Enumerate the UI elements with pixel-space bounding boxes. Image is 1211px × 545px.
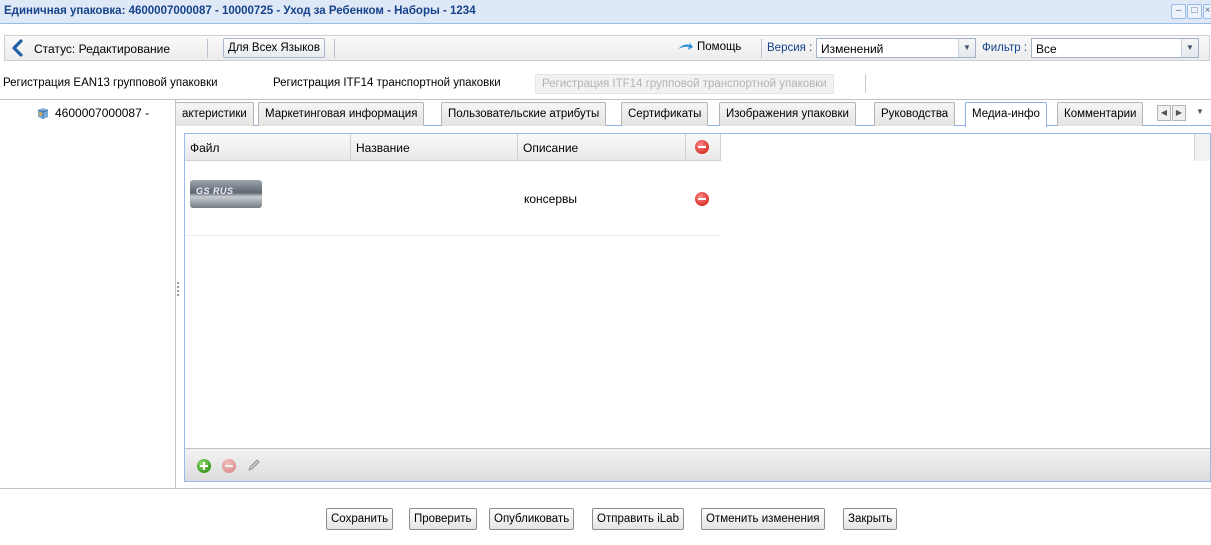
tree-node-package[interactable]: 4600007000087 - bbox=[36, 106, 149, 120]
description-cell: консервы bbox=[524, 192, 578, 206]
thumbnail-text: GS RUS bbox=[196, 186, 234, 196]
tree-node-label: 4600007000087 - bbox=[55, 106, 150, 120]
version-value: Изменений bbox=[821, 42, 884, 56]
chevron-down-icon[interactable]: ▼ bbox=[1181, 39, 1198, 57]
maximize-icon[interactable]: □ bbox=[1187, 4, 1202, 19]
send-ilab-button[interactable]: Отправить iLab bbox=[592, 508, 684, 530]
tab-strip: актеристики Маркетинговая информация Пол… bbox=[176, 100, 1211, 127]
column-header-description[interactable]: Описание bbox=[518, 134, 686, 160]
status-label: Статус: Редактирование bbox=[34, 42, 171, 56]
help-arrow-icon bbox=[678, 42, 693, 50]
table-row[interactable]: GS RUS консервы bbox=[185, 161, 721, 236]
header-filler bbox=[721, 134, 1194, 161]
save-button[interactable]: Сохранить bbox=[326, 508, 394, 530]
tab-marketing-info[interactable]: Маркетинговая информация bbox=[258, 102, 425, 126]
grid-header: Файл Название Описание bbox=[185, 134, 721, 161]
package-tree: 4600007000087 - bbox=[0, 100, 176, 488]
version-select[interactable]: Изменений ▼ bbox=[816, 38, 976, 58]
filter-value: Все bbox=[1036, 42, 1057, 56]
toolbar-separator bbox=[334, 39, 335, 58]
tab-scroll-left-icon[interactable]: ◀ bbox=[1157, 105, 1171, 121]
tab-characteristics[interactable]: актеристики bbox=[176, 102, 254, 126]
back-arrow-icon bbox=[12, 39, 23, 57]
reg-ean13-group[interactable]: Регистрация EAN13 групповой упаковки bbox=[3, 77, 218, 89]
vertical-scrollbar[interactable] bbox=[1194, 134, 1210, 161]
package-icon bbox=[37, 108, 49, 119]
tab-comments[interactable]: Комментарии bbox=[1057, 102, 1144, 126]
all-languages-button[interactable]: Для Всех Языков bbox=[223, 38, 325, 58]
window-titlebar: Единичная упаковка: 4600007000087 - 1000… bbox=[0, 0, 1211, 24]
chevron-down-icon[interactable]: ▼ bbox=[958, 39, 975, 57]
tab-manuals[interactable]: Руководства bbox=[874, 102, 956, 126]
toolbar-separator bbox=[207, 39, 208, 58]
tab-menu-icon[interactable]: ▼ bbox=[1193, 105, 1207, 121]
back-button[interactable] bbox=[10, 38, 28, 58]
column-header-file[interactable]: Файл bbox=[185, 134, 351, 160]
column-header-name[interactable]: Название bbox=[351, 134, 518, 160]
version-label: Версия : bbox=[767, 42, 813, 54]
cancel-changes-button[interactable]: Отменить изменения bbox=[701, 508, 825, 530]
tab-package-images[interactable]: Изображения упаковки bbox=[719, 102, 856, 126]
tab-media-info[interactable]: Медиа-инфо bbox=[965, 102, 1047, 127]
remove-icon[interactable] bbox=[222, 459, 236, 473]
action-bar: Сохранить Проверить Опубликовать Отправи… bbox=[0, 488, 1211, 545]
main-toolbar: Статус: Редактирование Для Всех Языков П… bbox=[4, 35, 1210, 61]
grid-bottom-toolbar bbox=[185, 448, 1210, 481]
tab-user-attributes[interactable]: Пользовательские атрибуты bbox=[441, 102, 607, 126]
close-icon[interactable]: × bbox=[1203, 4, 1211, 19]
tab-certificates[interactable]: Сертификаты bbox=[621, 102, 709, 126]
filter-label: Фильтр : bbox=[982, 42, 1028, 54]
delete-icon bbox=[695, 140, 709, 154]
registration-separator bbox=[865, 74, 866, 93]
media-grid: Файл Название Описание GS RUS консервы bbox=[184, 133, 1211, 482]
window-title: Единичная упаковка: 4600007000087 - 1000… bbox=[4, 5, 476, 17]
publish-button[interactable]: Опубликовать bbox=[489, 508, 575, 530]
column-header-delete bbox=[686, 134, 721, 160]
check-button[interactable]: Проверить bbox=[409, 508, 477, 530]
add-icon[interactable] bbox=[197, 459, 211, 473]
splitter-handle[interactable] bbox=[176, 280, 180, 310]
delete-row-icon[interactable] bbox=[695, 192, 709, 206]
window-controls: – □ × bbox=[1171, 4, 1211, 19]
registration-bar: Регистрация EAN13 групповой упаковки Рег… bbox=[0, 70, 1211, 98]
edit-pencil-icon[interactable] bbox=[247, 458, 261, 472]
filter-select[interactable]: Все ▼ bbox=[1031, 38, 1199, 58]
toolbar-separator bbox=[761, 39, 762, 58]
help-link[interactable]: Помощь bbox=[677, 41, 741, 53]
file-thumbnail[interactable]: GS RUS bbox=[190, 180, 262, 208]
tab-scroll-right-icon[interactable]: ▶ bbox=[1172, 105, 1186, 121]
reg-itf14-transport[interactable]: Регистрация ITF14 транспортной упаковки bbox=[273, 77, 501, 89]
help-label: Помощь bbox=[697, 41, 742, 53]
minimize-icon[interactable]: – bbox=[1171, 4, 1186, 19]
reg-itf14-group-transport: Регистрация ITF14 групповой транспортной… bbox=[535, 74, 834, 94]
close-button[interactable]: Закрыть bbox=[843, 508, 898, 530]
